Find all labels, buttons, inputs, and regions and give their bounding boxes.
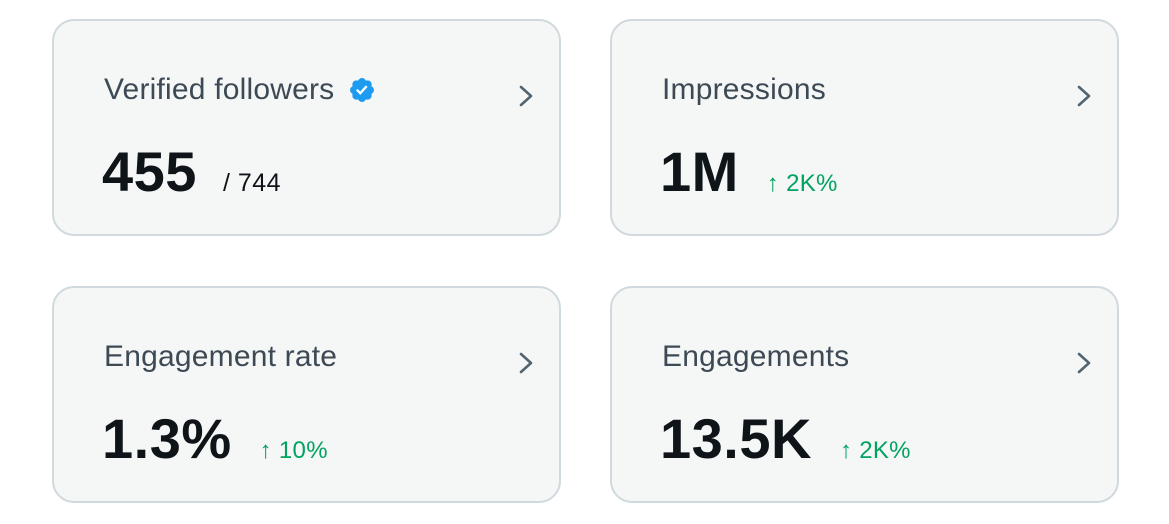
chevron-right-icon[interactable] — [515, 79, 537, 113]
card-title-row: Verified followers — [104, 73, 376, 107]
engagements-card[interactable]: Engagements 13.5K ↑ 2K% — [610, 286, 1119, 503]
verified-badge-icon — [350, 78, 375, 102]
card-value-row: 1.3% ↑ 10% — [102, 411, 328, 467]
chevron-right-icon[interactable] — [1073, 79, 1095, 113]
card-title: Engagements — [662, 340, 850, 373]
metric-change: ↑ 2K% — [839, 437, 911, 464]
chevron-right-icon[interactable] — [1073, 346, 1095, 380]
card-value-row: 1M ↑ 2K% — [660, 144, 838, 200]
engagement-rate-card[interactable]: Engagement rate 1.3% ↑ 10% — [52, 286, 561, 503]
card-title-row: Impressions — [662, 73, 826, 107]
metric-value: 1M — [660, 140, 739, 203]
card-title: Engagement rate — [104, 340, 338, 373]
metric-value: 13.5K — [660, 407, 812, 470]
impressions-card[interactable]: Impressions 1M ↑ 2K% — [610, 19, 1119, 236]
chevron-right-icon[interactable] — [515, 346, 537, 380]
analytics-cards-grid: Verified followers 455 / 744 Impressions… — [0, 0, 1169, 524]
metric-change: ↑ 2K% — [766, 170, 838, 197]
metric-value: 1.3% — [102, 407, 232, 470]
metric-total: / 744 — [222, 169, 282, 197]
card-title: Verified followers — [104, 73, 335, 106]
metric-change: ↑ 10% — [259, 437, 328, 464]
metric-value: 455 — [102, 140, 197, 203]
card-value-row: 13.5K ↑ 2K% — [660, 411, 911, 467]
verified-followers-card[interactable]: Verified followers 455 / 744 — [52, 19, 561, 236]
card-title-row: Engagements — [662, 340, 849, 374]
card-title: Impressions — [662, 73, 826, 106]
card-title-row: Engagement rate — [104, 340, 337, 374]
card-value-row: 455 / 744 — [102, 144, 281, 200]
